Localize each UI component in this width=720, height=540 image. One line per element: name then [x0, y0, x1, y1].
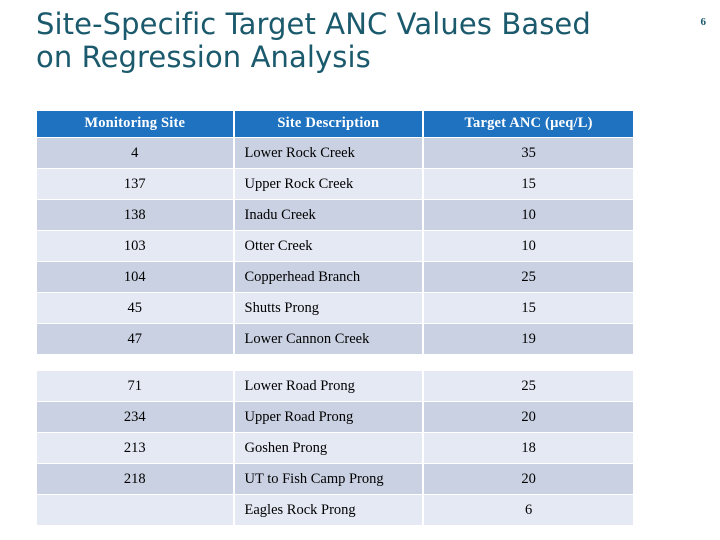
- table-header: Monitoring Site Site Description Target …: [37, 111, 633, 137]
- cell-monitoring-site: 138: [37, 200, 233, 230]
- cell-site-description: Shutts Prong: [234, 293, 423, 323]
- cell-site-description: Inadu Creek: [234, 200, 423, 230]
- cell-site-description: Upper Rock Creek: [234, 169, 423, 199]
- cell-target-anc: 15: [424, 293, 633, 323]
- table-row: 137 Upper Rock Creek 15: [37, 169, 633, 199]
- column-header-monitoring-site: Monitoring Site: [37, 111, 233, 137]
- table-row: 104 Copperhead Branch 25: [37, 262, 633, 292]
- table-row: 213 Goshen Prong 18: [37, 433, 633, 463]
- table-group-separator-cell: [424, 355, 633, 370]
- column-header-site-description: Site Description: [234, 111, 423, 137]
- cell-monitoring-site: 104: [37, 262, 233, 292]
- table-row: 138 Inadu Creek 10: [37, 200, 633, 230]
- table-row: 218 UT to Fish Camp Prong 20: [37, 464, 633, 494]
- cell-target-anc: 25: [424, 262, 633, 292]
- cell-site-description: Goshen Prong: [234, 433, 423, 463]
- cell-target-anc: 20: [424, 402, 633, 432]
- cell-target-anc: 19: [424, 324, 633, 354]
- cell-monitoring-site: 234: [37, 402, 233, 432]
- cell-monitoring-site: 71: [37, 371, 233, 401]
- cell-monitoring-site: 213: [37, 433, 233, 463]
- table-row: 103 Otter Creek 10: [37, 231, 633, 261]
- table-row: 4 Lower Rock Creek 35: [37, 138, 633, 168]
- cell-monitoring-site: 47: [37, 324, 233, 354]
- table-group-separator-cell: [37, 355, 233, 370]
- slide-page-number: 6: [700, 16, 707, 28]
- cell-target-anc: 10: [424, 231, 633, 261]
- cell-target-anc: 6: [424, 495, 633, 525]
- cell-target-anc: 18: [424, 433, 633, 463]
- cell-monitoring-site: 103: [37, 231, 233, 261]
- cell-site-description: Otter Creek: [234, 231, 423, 261]
- cell-monitoring-site: 137: [37, 169, 233, 199]
- table-group-separator-cell: [234, 355, 423, 370]
- table-header-row: Monitoring Site Site Description Target …: [37, 111, 633, 137]
- cell-monitoring-site: 4: [37, 138, 233, 168]
- table-row: 71 Lower Road Prong 25: [37, 371, 633, 401]
- cell-site-description: Upper Road Prong: [234, 402, 423, 432]
- cell-monitoring-site: [37, 495, 233, 525]
- cell-target-anc: 15: [424, 169, 633, 199]
- cell-site-description: UT to Fish Camp Prong: [234, 464, 423, 494]
- cell-site-description: Copperhead Branch: [234, 262, 423, 292]
- column-header-target-anc: Target ANC (µeq/L): [424, 111, 633, 137]
- target-anc-table: Monitoring Site Site Description Target …: [35, 110, 635, 526]
- table-body: 4 Lower Rock Creek 35 137 Upper Rock Creek 15…: [37, 138, 633, 525]
- table-row: Eagles Rock Prong 6: [37, 495, 633, 525]
- cell-monitoring-site: 45: [37, 293, 233, 323]
- table-group-separator: [37, 355, 633, 370]
- cell-site-description: Eagles Rock Prong: [234, 495, 423, 525]
- table-row: 234 Upper Road Prong 20: [37, 402, 633, 432]
- cell-target-anc: 35: [424, 138, 633, 168]
- cell-site-description: Lower Rock Creek: [234, 138, 423, 168]
- cell-target-anc: 25: [424, 371, 633, 401]
- table-row: 45 Shutts Prong 15: [37, 293, 633, 323]
- table-row: 47 Lower Cannon Creek 19: [37, 324, 633, 354]
- cell-target-anc: 20: [424, 464, 633, 494]
- cell-monitoring-site: 218: [37, 464, 233, 494]
- page-title: Site-Specific Target ANC Values Based on…: [36, 7, 591, 74]
- cell-target-anc: 10: [424, 200, 633, 230]
- cell-site-description: Lower Cannon Creek: [234, 324, 423, 354]
- cell-site-description: Lower Road Prong: [234, 371, 423, 401]
